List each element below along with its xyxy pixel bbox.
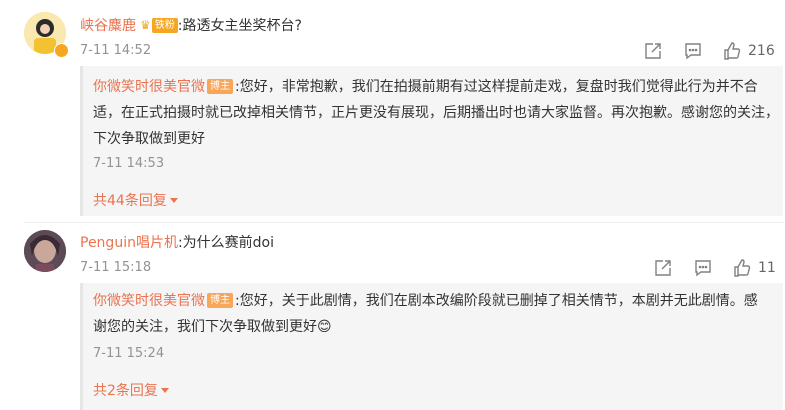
like-count: 11 bbox=[758, 260, 776, 276]
reply-time: 7-11 15:24 bbox=[93, 346, 165, 361]
comment-icon[interactable] bbox=[694, 259, 712, 277]
crown-icon: ♛ bbox=[140, 18, 151, 32]
like-button[interactable]: 11 bbox=[732, 258, 776, 278]
smile-emoji-icon: 😊 bbox=[317, 319, 332, 335]
reply-text-block: 你微笑时很美官微 博主:您好，关于此剧情，我们在剧本改编阶段就已删掉了相关情节，本… bbox=[93, 288, 765, 340]
fan-badge: ♛ 铁粉 bbox=[140, 17, 178, 33]
verified-badge-icon bbox=[54, 43, 69, 58]
blogger-badge: 博主 bbox=[207, 79, 233, 94]
comment-time: 7-11 14:52 bbox=[80, 43, 152, 58]
reply-author[interactable]: 你微笑时很美官微 bbox=[93, 79, 205, 95]
forward-icon[interactable] bbox=[644, 42, 662, 60]
more-replies-link[interactable]: 共44条回复 bbox=[93, 190, 178, 210]
caret-down-icon bbox=[169, 197, 178, 203]
comment-icon[interactable] bbox=[684, 42, 702, 60]
forward-icon[interactable] bbox=[654, 259, 672, 277]
comment-time: 7-11 15:18 bbox=[80, 260, 152, 275]
divider bbox=[24, 222, 784, 223]
thumbs-up-icon bbox=[722, 41, 742, 61]
comment-author[interactable]: Penguin唱片机 bbox=[80, 232, 178, 252]
comment-author[interactable]: 峡谷麋鹿 bbox=[80, 15, 136, 35]
comment-text: :路透女主坐奖杯台? bbox=[177, 18, 302, 34]
reply-time: 7-11 14:53 bbox=[93, 156, 165, 171]
reply-author[interactable]: 你微笑时很美官微 bbox=[93, 293, 205, 309]
avatar[interactable] bbox=[24, 230, 66, 272]
more-replies-link[interactable]: 共2条回复 bbox=[93, 380, 169, 400]
like-count: 216 bbox=[748, 43, 775, 59]
blogger-badge: 博主 bbox=[207, 293, 233, 308]
comment-text: :为什么赛前doi bbox=[177, 235, 275, 251]
thumbs-up-icon bbox=[732, 258, 752, 278]
reply-text-block: 你微笑时很美官微 博主:您好，非常抱歉，我们在拍摄前期有过这样提前走戏，复盘时我们… bbox=[93, 74, 779, 152]
caret-down-icon bbox=[160, 387, 169, 393]
like-button[interactable]: 216 bbox=[722, 41, 775, 61]
